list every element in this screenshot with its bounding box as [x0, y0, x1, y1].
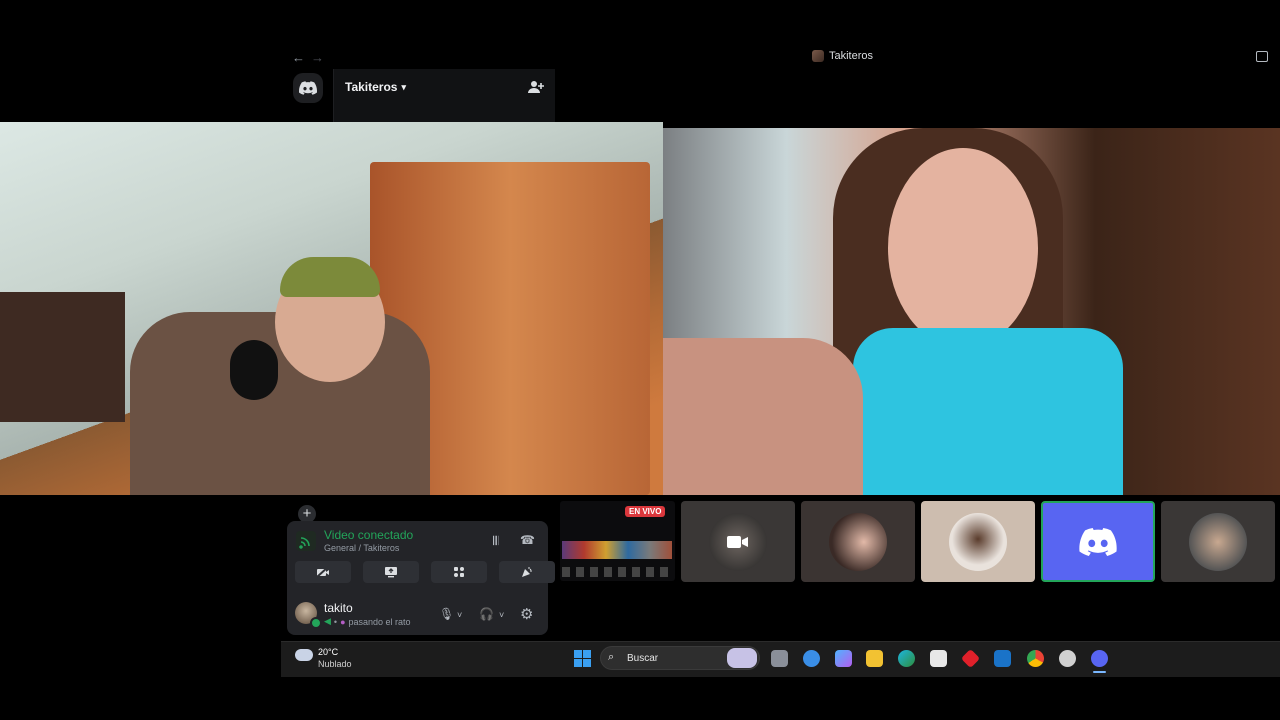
discord-icon: [1079, 527, 1117, 556]
cloud-icon[interactable]: [295, 649, 313, 661]
activities-button[interactable]: [431, 561, 487, 583]
avatar: [709, 512, 767, 571]
discord-home-button[interactable]: [293, 73, 323, 103]
activity-icon: ●: [340, 616, 346, 627]
avatar: [949, 512, 1007, 571]
task-view-icon[interactable]: [771, 650, 788, 667]
window-shape: [0, 292, 125, 422]
avatar: [829, 512, 887, 571]
screen-share-icon: [385, 567, 397, 578]
weather-description[interactable]: Nublado: [318, 659, 352, 669]
stream-preview-row: [562, 541, 672, 559]
participant-tile[interactable]: [1041, 501, 1155, 582]
participant-tile[interactable]: [921, 501, 1035, 582]
window-title: Takiteros: [812, 50, 873, 62]
server-icon: [812, 50, 824, 62]
add-user-icon[interactable]: [528, 79, 544, 100]
chrome-icon[interactable]: [1027, 650, 1044, 667]
server-name-dropdown[interactable]: Takiteros ▾: [345, 80, 406, 94]
stream-preview-row: [562, 567, 672, 577]
headphones-icon[interactable]: 🎧: [479, 607, 494, 621]
activities-icon: [454, 567, 464, 577]
chevron-down-icon: ▾: [401, 81, 406, 92]
discord-taskbar-icon[interactable]: [1091, 650, 1108, 667]
participant-tile[interactable]: [681, 501, 795, 582]
forward-arrow-icon[interactable]: →: [311, 50, 324, 65]
weather-temperature[interactable]: 20°C: [318, 647, 338, 657]
face-shape: [888, 148, 1038, 348]
search-highlight-icon: [727, 648, 757, 668]
soundboard-icon: [522, 567, 532, 577]
copilot-icon[interactable]: [835, 650, 852, 667]
user-status-text: pasando el rato: [348, 616, 411, 627]
store-icon[interactable]: [930, 650, 947, 667]
voice-status[interactable]: Video conectado: [324, 528, 413, 542]
headphone-options-chevron-icon[interactable]: ˅: [499, 610, 504, 620]
search-icon: ⌕: [608, 651, 615, 663]
app-icon[interactable]: [1059, 650, 1076, 667]
username[interactable]: takito: [324, 601, 353, 615]
noise-suppression-icon[interactable]: 𝄃𝄃: [493, 534, 498, 549]
arm-shape: [663, 338, 863, 495]
channel-sidebar: [333, 69, 555, 122]
edge-icon[interactable]: [898, 650, 915, 667]
window-title-text: Takiteros: [829, 50, 874, 62]
speaker-icon: ◀: [324, 616, 331, 626]
file-explorer-icon[interactable]: [866, 650, 883, 667]
discord-icon: [299, 81, 317, 95]
voice-buttons: [295, 561, 555, 583]
soundboard-button[interactable]: [499, 561, 555, 583]
video-feed-right[interactable]: [663, 128, 1280, 495]
mic-options-chevron-icon[interactable]: ˅: [457, 610, 462, 620]
cap-shape: [280, 257, 380, 297]
title-bar: [281, 45, 1280, 69]
user-status: ◀ • ● pasando el rato: [324, 616, 411, 627]
voice-channel[interactable]: General / Takiteros: [324, 543, 399, 553]
video-feed-left[interactable]: [0, 122, 663, 495]
signal-icon[interactable]: [296, 531, 316, 556]
online-status-dot: [310, 617, 322, 629]
live-badge: EN VIVO: [625, 506, 666, 517]
active-app-indicator: [1093, 671, 1106, 673]
avatar: [1189, 512, 1247, 571]
participant-tile[interactable]: [801, 501, 915, 582]
dot-separator: •: [333, 616, 338, 627]
participant-tile[interactable]: [1161, 501, 1275, 582]
server-name-label: Takiteros: [345, 80, 398, 94]
camera-off-icon: [316, 566, 329, 578]
back-arrow-icon[interactable]: ←: [292, 50, 305, 65]
microphone-shape: [230, 340, 278, 400]
microphone-icon[interactable]: 🎙: [439, 607, 454, 621]
screen-share-button[interactable]: [363, 561, 419, 583]
inbox-icon[interactable]: [1256, 51, 1268, 62]
widgets-icon[interactable]: [803, 650, 820, 667]
camera-icon: [727, 535, 748, 548]
shirt-shape: [853, 328, 1123, 495]
disconnect-icon[interactable]: ☎: [520, 533, 535, 547]
mail-icon[interactable]: [994, 650, 1011, 667]
windows-start-icon[interactable]: [574, 650, 591, 667]
gear-icon[interactable]: ⚙: [520, 605, 533, 623]
camera-off-button[interactable]: [295, 561, 351, 583]
search-label: Buscar: [627, 653, 659, 664]
